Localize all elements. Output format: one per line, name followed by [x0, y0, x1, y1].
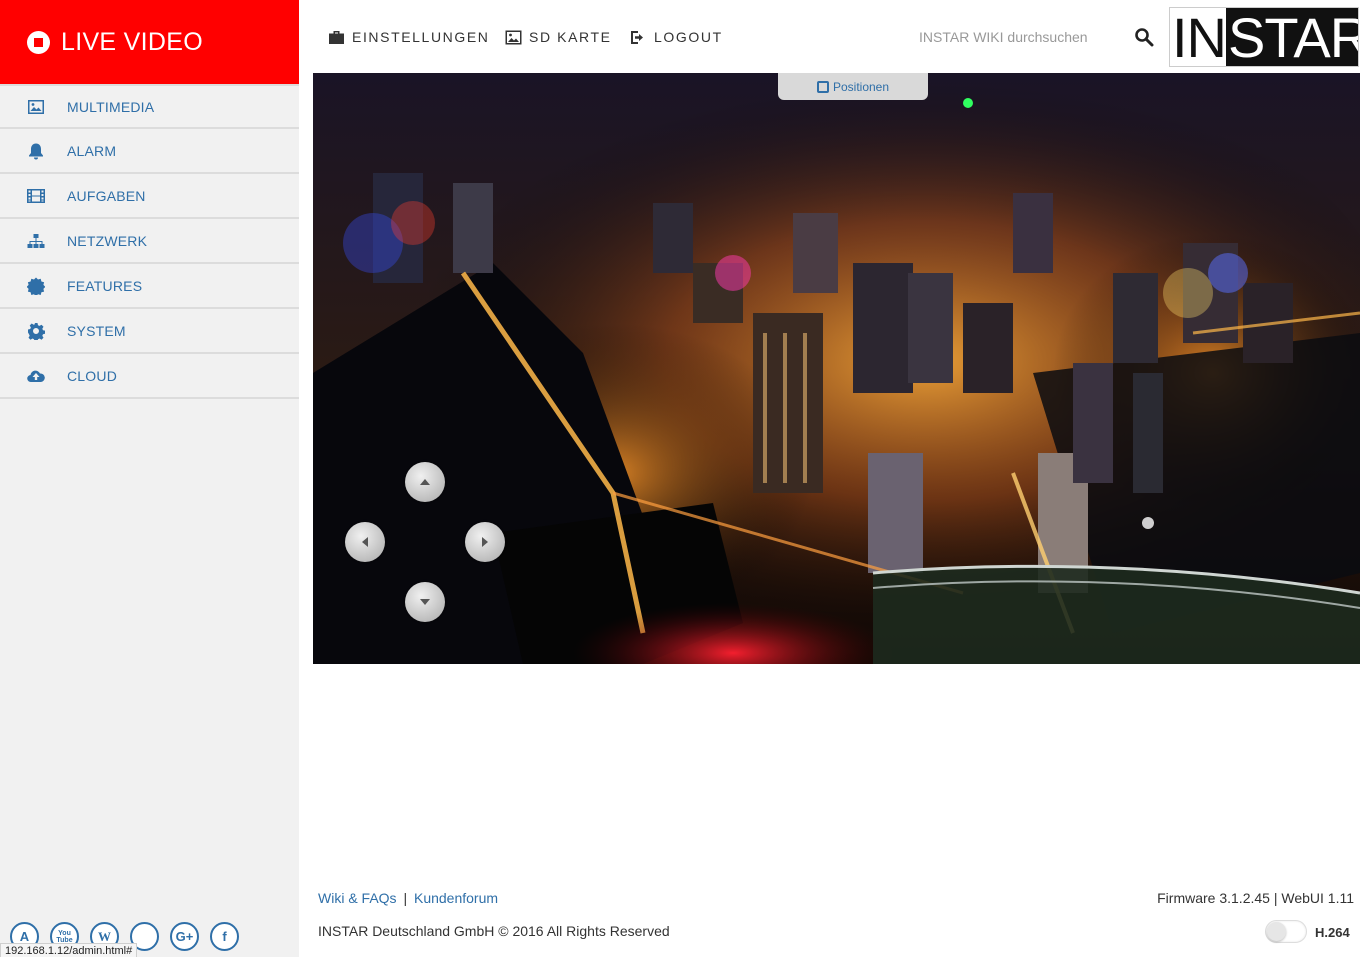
- logout-label: LOGOUT: [654, 29, 723, 45]
- arrow-left-icon: [362, 537, 368, 547]
- wiki-faqs-link[interactable]: Wiki & FAQs: [318, 890, 397, 906]
- settings-label: EINSTELLUNGEN: [352, 29, 490, 45]
- certificate-icon: [27, 277, 45, 295]
- sidebar-item-label: ALARM: [67, 142, 117, 159]
- sidebar-item-label: NETZWERK: [67, 232, 148, 249]
- instar-logo[interactable]: IN STAR: [1169, 7, 1359, 67]
- stop-circle-icon: [27, 30, 50, 54]
- live-video-label: LIVE VIDEO: [61, 27, 203, 56]
- sidebar-item-label: CLOUD: [67, 367, 118, 384]
- sidebar-item-label: SYSTEM: [67, 322, 126, 339]
- positions-label: Positionen: [832, 79, 890, 94]
- video-frame: [313, 73, 1360, 664]
- sd-card-label: SD KARTE: [529, 29, 612, 45]
- search-icon[interactable]: [1134, 27, 1154, 47]
- toggle-knob: [1267, 922, 1286, 941]
- sidebar-item-label: FEATURES: [67, 277, 143, 294]
- image-icon: [505, 30, 522, 44]
- live-video-header[interactable]: LIVE VIDEO: [0, 0, 299, 84]
- caret-square-down-icon: [816, 80, 829, 93]
- sidebar-item-alarm[interactable]: ALARM: [0, 129, 299, 174]
- ptz-up-button[interactable]: [405, 462, 445, 502]
- footer-links: Wiki & FAQs | Kundenforum: [318, 890, 498, 906]
- arrow-right-icon: [482, 537, 488, 547]
- logout-menu[interactable]: LOGOUT: [630, 29, 723, 45]
- footer-separator: |: [403, 890, 408, 906]
- cloud-upload-icon: [27, 367, 45, 385]
- sitemap-icon: [27, 232, 45, 250]
- codec-toggle[interactable]: [1265, 920, 1307, 943]
- arrow-up-icon: [420, 479, 430, 485]
- forum-link[interactable]: Kundenforum: [414, 890, 498, 906]
- logo-right: STAR: [1226, 8, 1358, 66]
- sd-card-menu[interactable]: SD KARTE: [505, 29, 612, 45]
- sidebar-item-aufgaben[interactable]: AUFGABEN: [0, 174, 299, 219]
- sign-out-icon: [631, 30, 643, 44]
- arrow-down-icon: [420, 599, 430, 605]
- top-navigation: EINSTELLUNGEN SD KARTE LOGOUT IN STAR: [299, 0, 1369, 73]
- google-plus-icon[interactable]: G+: [170, 922, 199, 951]
- ptz-right-button[interactable]: [465, 522, 505, 562]
- sidebar-item-label: MULTIMEDIA: [67, 98, 155, 115]
- copyright-text: INSTAR Deutschland GmbH © 2016 All Right…: [318, 923, 670, 939]
- codec-label: H.264: [1315, 925, 1350, 940]
- sidebar-item-multimedia[interactable]: MULTIMEDIA: [0, 84, 299, 129]
- positions-tab[interactable]: Positionen: [778, 73, 928, 100]
- sidebar-item-system[interactable]: SYSTEM: [0, 309, 299, 354]
- sidebar-item-netzwerk[interactable]: NETZWERK: [0, 219, 299, 264]
- wiki-search-input[interactable]: [919, 29, 1109, 45]
- logo-left: IN: [1170, 7, 1227, 67]
- gear-icon: [27, 322, 45, 340]
- browser-status-url: 192.168.1.12/admin.html#: [0, 943, 138, 957]
- firmware-version: Firmware 3.1.2.45 | WebUI 1.11: [1157, 890, 1354, 906]
- film-icon: [27, 187, 45, 205]
- sidebar: LIVE VIDEO MULTIMEDIA ALARM AUFGABEN NET…: [0, 0, 299, 957]
- sidebar-nav: MULTIMEDIA ALARM AUFGABEN NETZWERK FEATU…: [0, 84, 299, 399]
- ptz-down-button[interactable]: [405, 582, 445, 622]
- facebook-icon[interactable]: f: [210, 922, 239, 951]
- settings-menu[interactable]: EINSTELLUNGEN: [328, 29, 490, 45]
- ptz-left-button[interactable]: [345, 522, 385, 562]
- live-video-stream[interactable]: Positionen: [313, 73, 1360, 664]
- sidebar-item-cloud[interactable]: CLOUD: [0, 354, 299, 399]
- sidebar-item-label: AUFGABEN: [67, 187, 146, 204]
- sidebar-item-features[interactable]: FEATURES: [0, 264, 299, 309]
- briefcase-icon: [329, 30, 344, 44]
- bell-icon: [27, 142, 45, 160]
- image-icon: [27, 98, 45, 116]
